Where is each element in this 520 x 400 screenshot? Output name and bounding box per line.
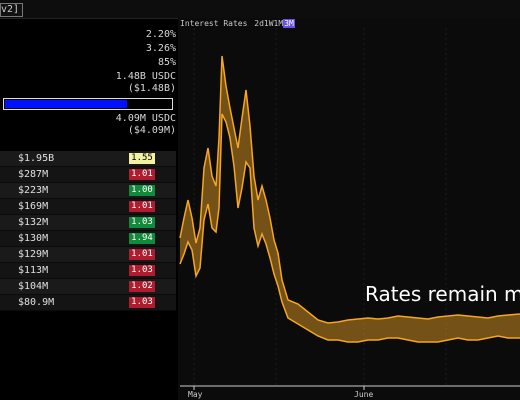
table-row[interactable]: $132M 1.03 bbox=[0, 215, 176, 231]
range-tab-2d[interactable]: 2d bbox=[254, 19, 264, 28]
row-badge: 1.02 bbox=[129, 281, 155, 292]
row-amount: $1.95B bbox=[18, 153, 55, 164]
chart-overlay-text: Rates remain m bbox=[365, 282, 520, 306]
market-tag[interactable]: v2] bbox=[0, 3, 24, 17]
row-badge: 1.01 bbox=[129, 169, 155, 180]
table-row[interactable]: $287M 1.01 bbox=[0, 167, 176, 183]
range-tab-1w[interactable]: 1W bbox=[264, 19, 274, 28]
range-tab-1m[interactable]: 1M bbox=[274, 19, 284, 28]
table-row[interactable]: $113M 1.03 bbox=[0, 263, 176, 279]
table-row[interactable]: $169M 1.01 bbox=[0, 199, 176, 215]
row-amount: $223M bbox=[18, 185, 49, 196]
chart-title: Interest Rates bbox=[180, 19, 248, 28]
x-label-may: May bbox=[188, 390, 203, 399]
table-row[interactable]: $130M 1.94 bbox=[0, 231, 176, 247]
row-badge: 1.00 bbox=[129, 185, 155, 196]
stat-rate-1: 2.20% bbox=[145, 29, 176, 40]
row-badge: 1.01 bbox=[129, 249, 155, 260]
row-amount: $169M bbox=[18, 201, 49, 212]
row-badge: 1.03 bbox=[129, 265, 155, 276]
stat-borrow: 4.09M USDC bbox=[115, 113, 176, 124]
table-row[interactable]: $223M 1.00 bbox=[0, 183, 176, 199]
stat-rate-2: 3.26% bbox=[145, 43, 176, 54]
row-badge: 1.94 bbox=[129, 233, 155, 244]
stat-borrow-usd: ($4.09M) bbox=[127, 125, 176, 136]
table-row[interactable]: $104M 1.02 bbox=[0, 279, 176, 295]
range-tab-3m[interactable]: 3M bbox=[283, 19, 295, 28]
table-row[interactable]: $1.95B 1.55 bbox=[0, 151, 176, 167]
stat-supply-usd: ($1.48B) bbox=[127, 83, 176, 94]
positions-table: $1.95B 1.55 $287M 1.01 $223M 1.00 $169M 1.01 $13… bbox=[0, 151, 176, 311]
stat-utilization: 85% bbox=[157, 57, 176, 68]
row-amount: $129M bbox=[18, 249, 49, 260]
utilization-bar bbox=[3, 98, 173, 110]
row-badge: 1.01 bbox=[129, 201, 155, 212]
utilization-bar-fill bbox=[5, 100, 127, 108]
row-amount: $130M bbox=[18, 233, 49, 244]
row-amount: $80.9M bbox=[18, 297, 55, 308]
row-amount: $104M bbox=[18, 281, 49, 292]
table-row[interactable]: $80.9M 1.03 bbox=[0, 295, 176, 311]
table-row[interactable]: $129M 1.01 bbox=[0, 247, 176, 263]
row-amount: $132M bbox=[18, 217, 49, 228]
chart-header: Interest Rates 2d1W1M3M bbox=[180, 19, 297, 28]
row-badge: 1.03 bbox=[129, 297, 155, 308]
x-label-june: June bbox=[354, 390, 374, 399]
row-badge: 1.03 bbox=[129, 217, 155, 228]
row-badge: 1.55 bbox=[129, 153, 155, 164]
rate-line-lower bbox=[179, 113, 520, 343]
stat-supply: 1.48B USDC bbox=[115, 71, 176, 82]
interest-rate-chart[interactable] bbox=[178, 18, 520, 400]
row-amount: $113M bbox=[18, 265, 49, 276]
top-bar: v2] bbox=[0, 0, 520, 19]
row-amount: $287M bbox=[18, 169, 49, 180]
